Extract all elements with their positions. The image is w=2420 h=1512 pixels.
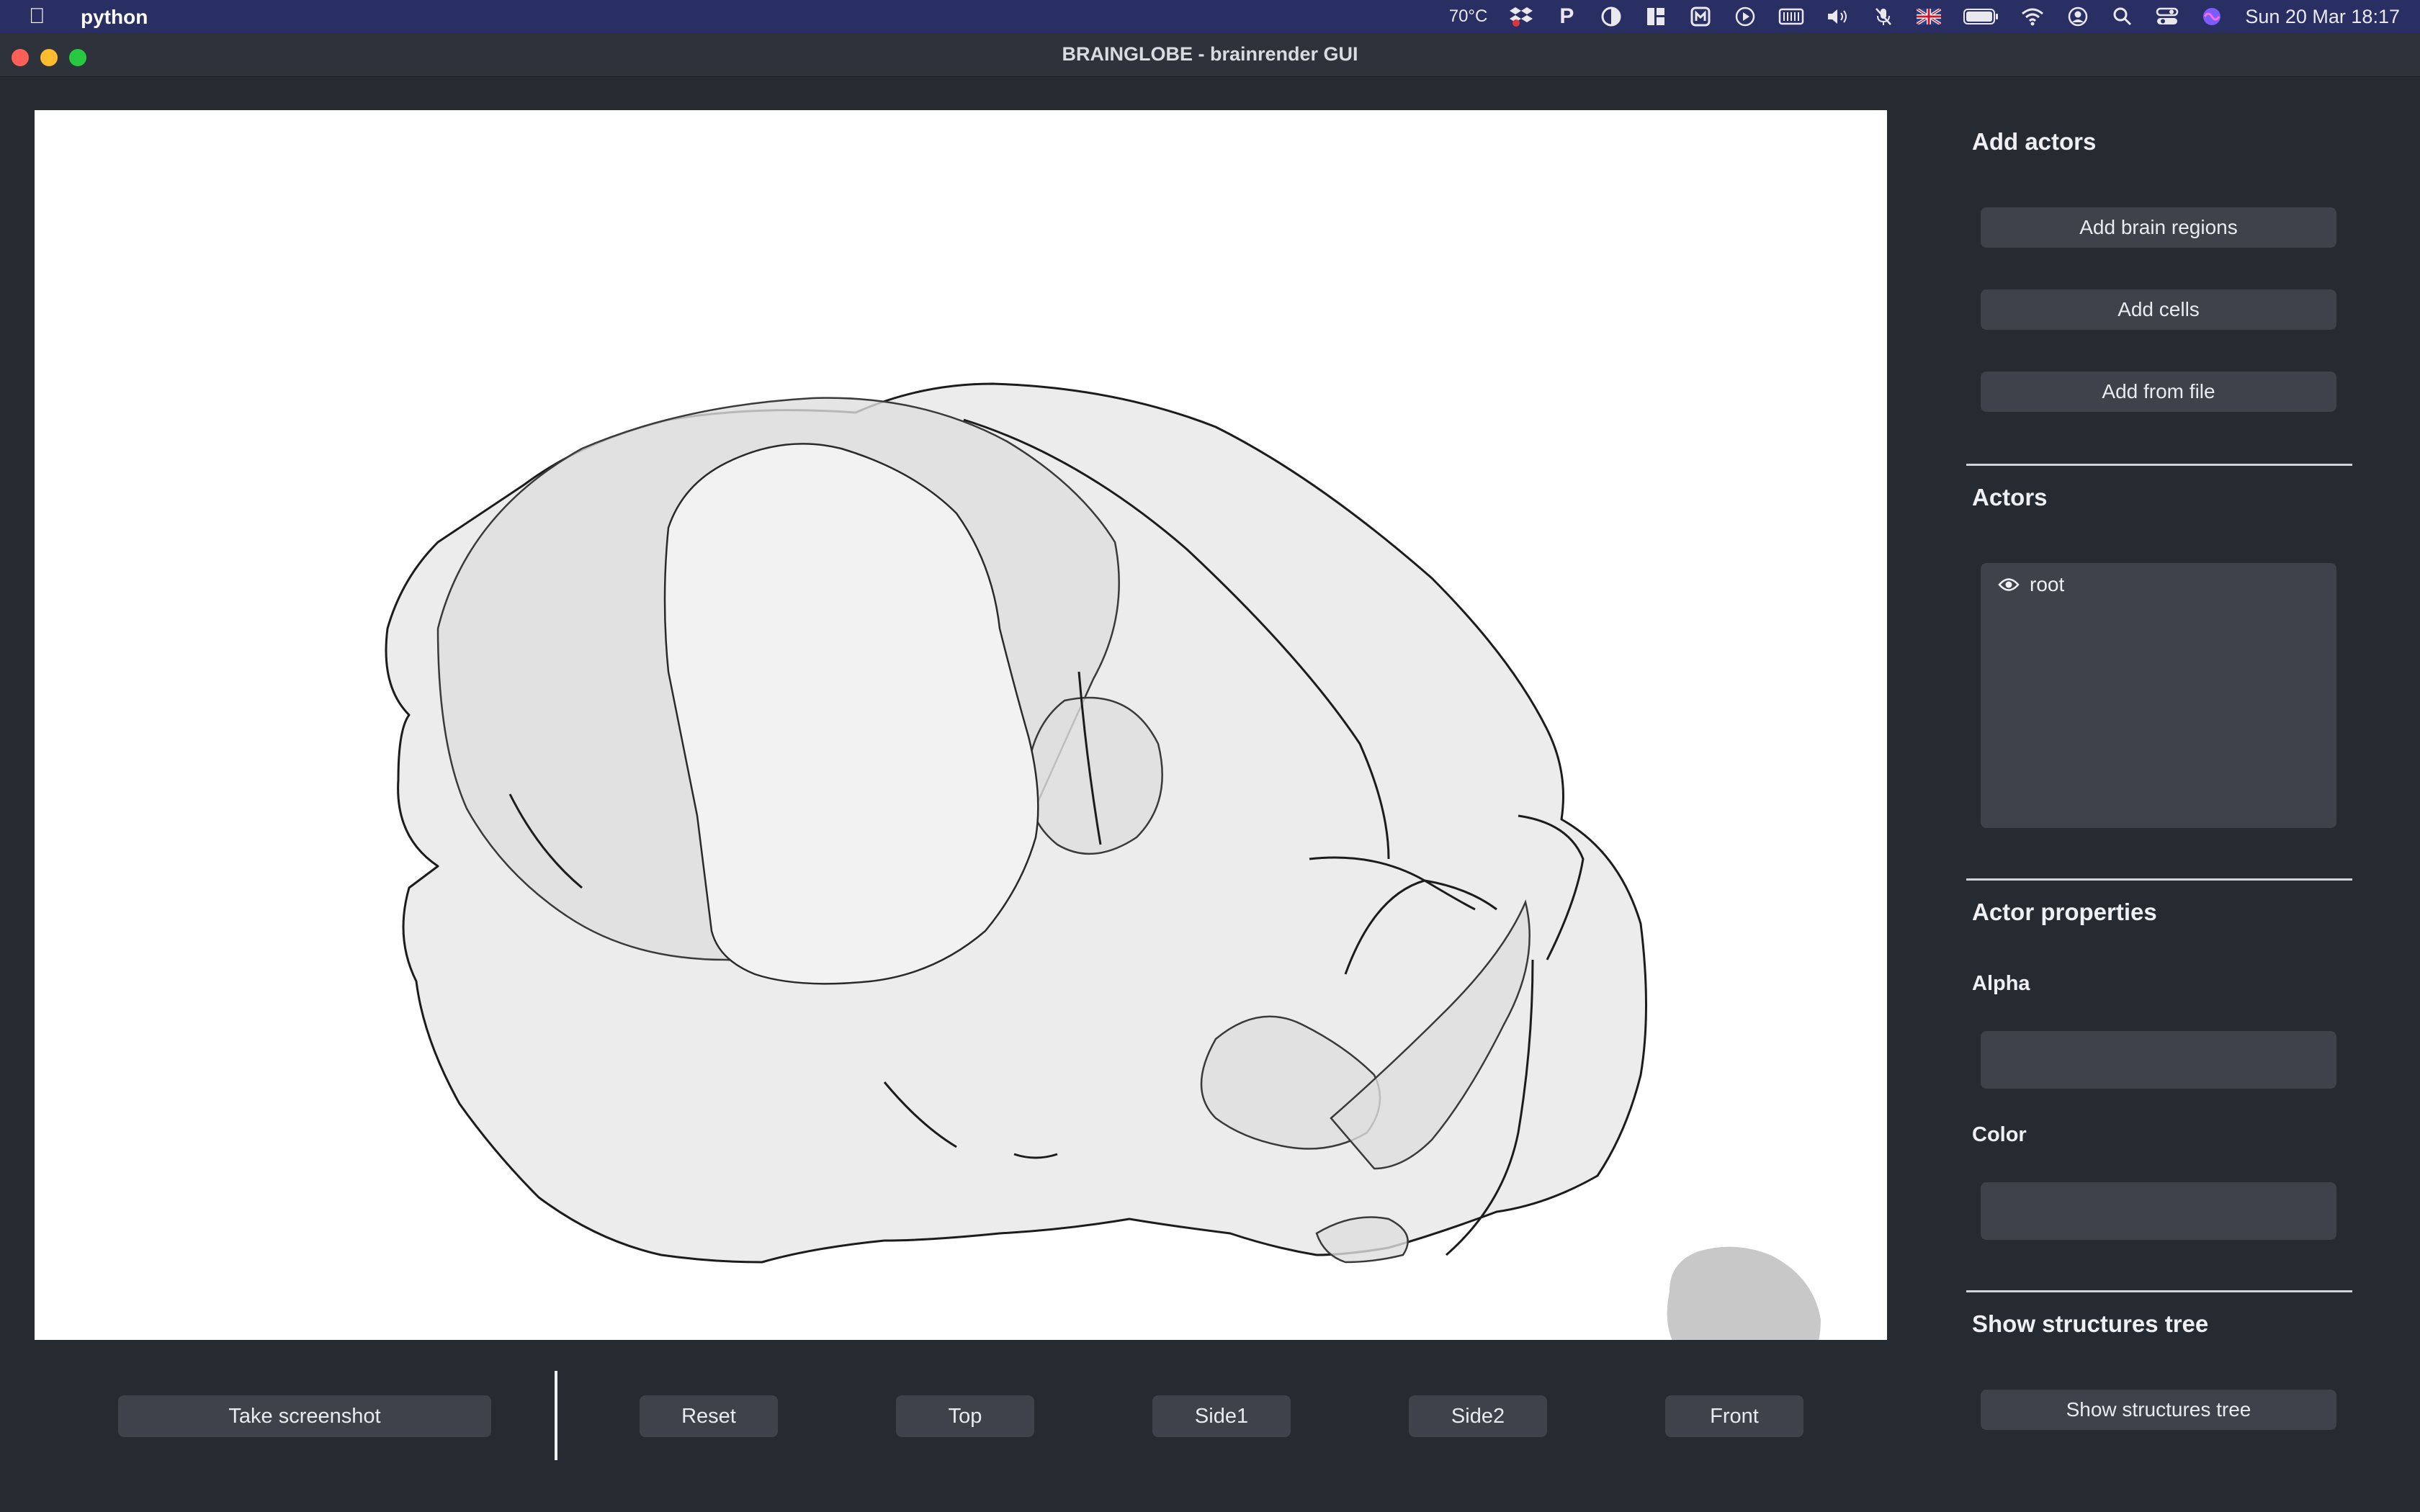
status-area: 70°C P Sun 20 Mar 18:17 (1449, 0, 2400, 33)
take-screenshot-button[interactable]: Take screenshot (118, 1395, 491, 1437)
add-actors-heading: Add actors (1972, 128, 2097, 155)
side2-view-button[interactable]: Side2 (1409, 1395, 1547, 1437)
brain-mesh-render (385, 382, 1821, 1340)
structures-tree-heading: Show structures tree (1972, 1310, 2209, 1337)
control-center-icon[interactable] (2156, 5, 2179, 28)
volume-icon[interactable] (1826, 5, 1850, 28)
mic-off-icon[interactable] (1872, 5, 1895, 28)
user-icon[interactable] (2066, 5, 2089, 28)
toolbar-divider (555, 1371, 557, 1460)
actors-heading: Actors (1972, 484, 2048, 510)
m-icon[interactable] (1689, 5, 1712, 28)
front-view-button[interactable]: Front (1665, 1395, 1803, 1437)
render-viewport[interactable] (35, 110, 1887, 1340)
app-menu-python[interactable]: python (81, 6, 148, 29)
section-divider (1966, 464, 2352, 466)
actor-label: root (2030, 573, 2065, 595)
window-title: BRAINGLOBE - brainrender GUI (1062, 43, 1358, 65)
reset-camera-button[interactable]: Reset (640, 1395, 778, 1437)
orientation-widget (1667, 1246, 1821, 1340)
wifi-icon[interactable] (2020, 5, 2045, 28)
right-panel: Add actors Add brain regions Add cells A… (1959, 94, 2352, 1498)
add-brain-regions-button[interactable]: Add brain regions (1981, 207, 2336, 248)
alpha-input[interactable] (1981, 1031, 2336, 1089)
battery-icon[interactable] (1963, 5, 1999, 28)
apple-logo-icon[interactable]:  (29, 4, 45, 29)
actor-list-item-root[interactable]: root (1998, 573, 2064, 596)
menu-bar:  python 70°C P (0, 0, 2420, 33)
uk-flag-icon[interactable] (1917, 5, 1942, 28)
grid-icon[interactable] (1644, 5, 1667, 28)
dropbox-icon[interactable] (1509, 5, 1533, 28)
temperature-readout[interactable]: 70°C (1449, 5, 1488, 28)
section-divider (1966, 878, 2352, 881)
play-icon[interactable] (1734, 5, 1757, 28)
p-icon[interactable]: P (1555, 4, 1578, 28)
section-divider (1966, 1290, 2352, 1292)
color-input[interactable] (1981, 1182, 2336, 1240)
battery-bar-icon[interactable] (1778, 5, 1804, 28)
alpha-label: Alpha (1972, 972, 2030, 995)
window-titlebar: BRAINGLOBE - brainrender GUI (0, 33, 2420, 77)
top-view-button[interactable]: Top (896, 1395, 1034, 1437)
add-cells-button[interactable]: Add cells (1981, 289, 2336, 330)
show-structures-tree-button[interactable]: Show structures tree (1981, 1390, 2336, 1430)
color-label: Color (1972, 1123, 2027, 1146)
hippocampus-region (1026, 696, 1163, 855)
search-icon[interactable] (2111, 5, 2134, 28)
side1-view-button[interactable]: Side1 (1152, 1395, 1291, 1437)
actors-list[interactable]: root (1981, 563, 2336, 828)
actor-properties-heading: Actor properties (1972, 899, 2157, 925)
add-from-file-button[interactable]: Add from file (1981, 372, 2336, 412)
half-circle-icon[interactable] (1600, 5, 1623, 28)
siri-icon[interactable] (2200, 5, 2223, 28)
eye-icon[interactable] (1998, 577, 2020, 593)
clock-datetime[interactable]: Sun 20 Mar 18:17 (2245, 5, 2400, 28)
